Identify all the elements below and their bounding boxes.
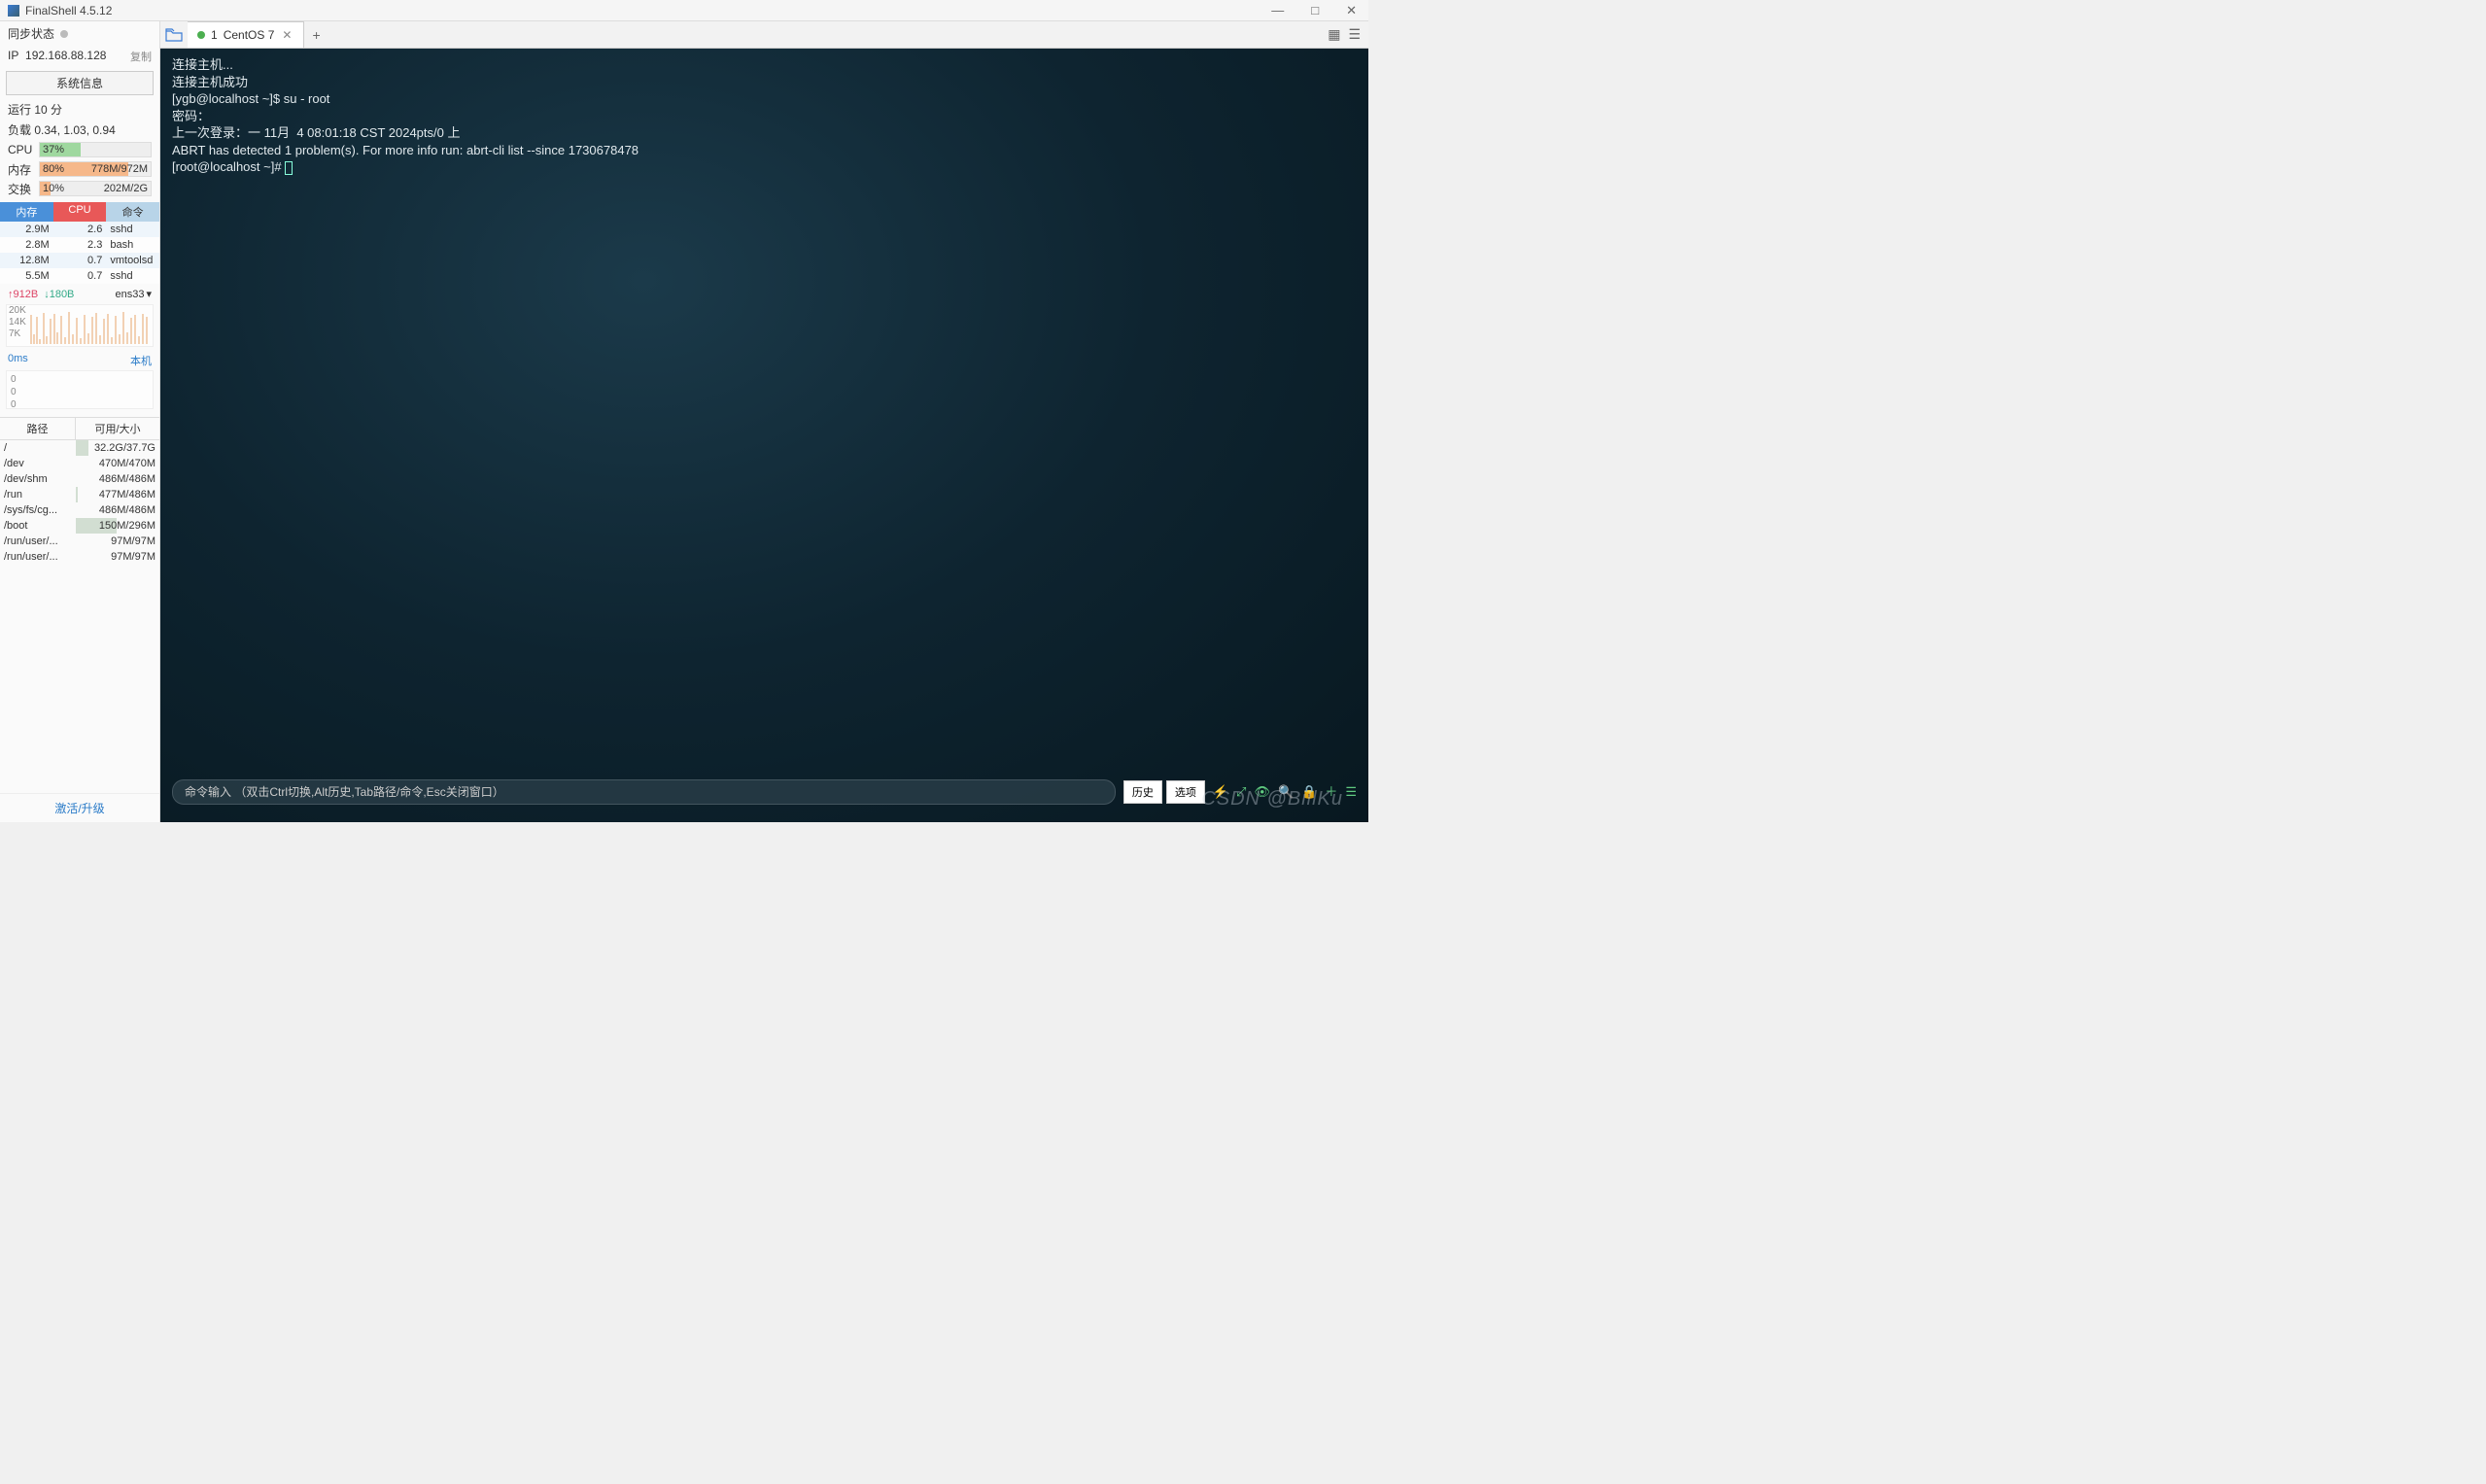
terminal-line: 连接主机成功 [172, 74, 1357, 91]
cpu-meter: CPU 37% [0, 140, 159, 159]
ip-label: IP [8, 49, 18, 62]
process-header: 内存 CPU 命令 [0, 202, 159, 222]
terminal-line: 密码： [172, 108, 1357, 125]
options-button[interactable]: 选项 [1166, 780, 1205, 804]
disk-row[interactable]: /32.2G/37.7G [0, 440, 159, 456]
grid-view-icon[interactable]: ▦ [1328, 26, 1340, 43]
new-tab-button[interactable]: + [304, 27, 328, 43]
titlebar: FinalShell 4.5.12 — □ ✕ [0, 0, 1368, 21]
close-button[interactable]: ✕ [1342, 3, 1361, 18]
sync-label: 同步状态 [8, 25, 54, 42]
disk-row[interactable]: /dev/shm486M/486M [0, 471, 159, 487]
terminal-line: 上一次登录：一 11月 4 08:01:18 CST 2024pts/0 上 [172, 124, 1357, 142]
minimize-button[interactable]: — [1267, 3, 1288, 18]
command-input[interactable]: 命令输入 （双击Ctrl切换,Alt历史,Tab路径/命令,Esc关闭窗口） [172, 779, 1116, 805]
eye-icon[interactable]: 👁 [1254, 783, 1270, 801]
app-window: FinalShell 4.5.12 — □ ✕ 同步状态 IP 192.168.… [0, 0, 1368, 822]
ping-chart: 0 0 0 [6, 370, 154, 409]
disk-row[interactable]: /sys/fs/cg...486M/486M [0, 502, 159, 518]
sync-dot-icon [60, 30, 68, 38]
tab-bar: 1 CentOS 7 ✕ + ▦ ☰ [160, 21, 1368, 49]
chevron-down-icon: ▾ [146, 288, 152, 300]
app-icon [8, 5, 19, 17]
net-down: ↓180B [44, 289, 74, 300]
swap-meter: 交换 10%202M/2G [0, 179, 159, 198]
content-area: 1 CentOS 7 ✕ + ▦ ☰ 连接主机...连接主机成功[ygb@loc… [160, 21, 1368, 822]
folder-icon[interactable] [160, 28, 188, 42]
status-dot-icon [197, 31, 205, 39]
maximize-button[interactable]: □ [1307, 3, 1323, 18]
cursor-icon [285, 161, 293, 175]
copy-ip-button[interactable]: 复制 [130, 49, 152, 64]
history-button[interactable]: 历史 [1123, 780, 1162, 804]
resize-icon[interactable]: ⤢ [1236, 783, 1246, 801]
disk-row[interactable]: /run/user/...97M/97M [0, 549, 159, 565]
activate-button[interactable]: 激活/升级 [0, 793, 159, 822]
disk-row[interactable]: /dev470M/470M [0, 456, 159, 471]
terminal-line: [ygb@localhost ~]$ su - root [172, 90, 1357, 108]
disk-list: /32.2G/37.7G/dev470M/470M/dev/shm486M/48… [0, 440, 159, 565]
power-icon[interactable]: ⚡ [1213, 783, 1228, 801]
tab-label: CentOS 7 [224, 28, 275, 42]
terminal-line: [root@localhost ~]# [172, 158, 1357, 176]
plus-icon[interactable]: ＋ [1325, 783, 1337, 801]
interface-selector[interactable]: ens33 ▾ [115, 288, 152, 300]
terminal[interactable]: 连接主机...连接主机成功[ygb@localhost ~]$ su - roo… [160, 49, 1368, 822]
process-row[interactable]: 2.9M2.6sshd [0, 222, 159, 237]
app-title: FinalShell 4.5.12 [25, 4, 112, 17]
list-view-icon[interactable]: ☰ [1348, 26, 1361, 43]
process-list: 2.9M2.6sshd2.8M2.3bash12.8M0.7vmtoolsd5.… [0, 222, 159, 284]
network-stats: ↑912B ↓180B ens33 ▾ [0, 284, 159, 304]
tab-centos7[interactable]: 1 CentOS 7 ✕ [188, 21, 304, 48]
terminal-line: ABRT has detected 1 problem(s). For more… [172, 142, 1357, 159]
uptime: 运行 10 分 [0, 99, 159, 120]
process-row[interactable]: 2.8M2.3bash [0, 237, 159, 253]
tab-index: 1 [211, 28, 218, 42]
disk-row[interactable]: /boot150M/296M [0, 518, 159, 534]
sidebar: 同步状态 IP 192.168.88.128 复制 系统信息 运行 10 分 负… [0, 21, 160, 822]
disk-row[interactable]: /run/user/...97M/97M [0, 534, 159, 549]
process-row[interactable]: 5.5M0.7sshd [0, 268, 159, 284]
ip-value: 192.168.88.128 [25, 49, 106, 62]
mem-meter: 内存 80%778M/972M [0, 159, 159, 179]
sync-status: 同步状态 [0, 21, 159, 46]
menu-icon[interactable]: ☰ [1345, 783, 1357, 801]
search-icon[interactable]: 🔍 [1278, 783, 1294, 801]
load-avg: 负载 0.34, 1.03, 0.94 [0, 120, 159, 140]
tab-close-button[interactable]: ✕ [280, 28, 293, 42]
network-chart: 20K14K7K [6, 304, 154, 347]
terminal-line: 连接主机... [172, 56, 1357, 74]
ping-header: 0ms 本机 [0, 351, 159, 370]
ping-host-selector[interactable]: 本机 [130, 353, 152, 368]
lock-icon[interactable]: 🔒 [1301, 783, 1317, 801]
system-info-button[interactable]: 系统信息 [6, 71, 154, 95]
disk-header: 路径 可用/大小 [0, 417, 159, 440]
disk-row[interactable]: /run477M/486M [0, 487, 159, 502]
process-row[interactable]: 12.8M0.7vmtoolsd [0, 253, 159, 268]
net-up: ↑912B [8, 289, 38, 300]
